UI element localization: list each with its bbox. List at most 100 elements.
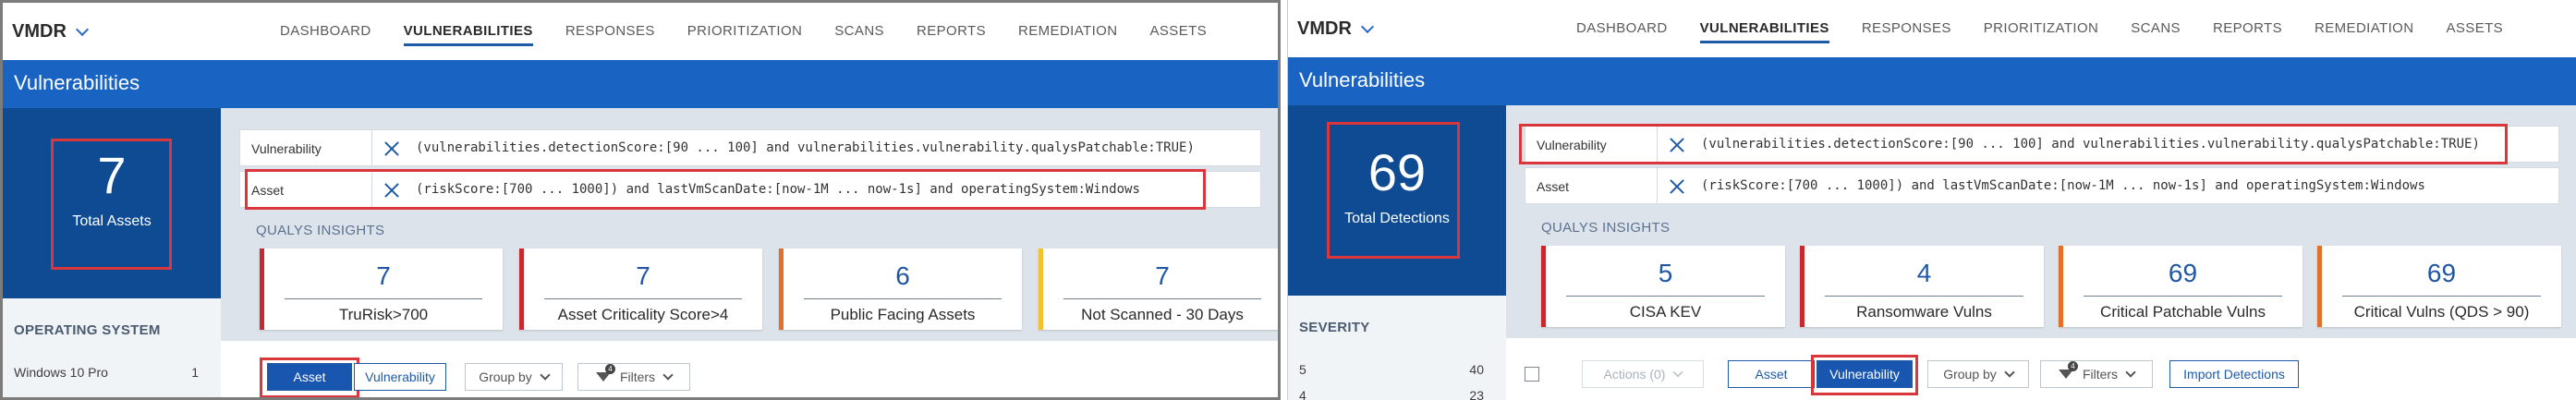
sidebar-row-count: 40	[1469, 362, 1484, 377]
page-title: Vulnerabilities	[14, 71, 140, 94]
card-label: Asset Criticality Score>4	[557, 306, 729, 323]
chevron-down-icon	[662, 369, 674, 381]
app-switcher[interactable]: VMDR	[12, 21, 89, 42]
top-navigation-bar: VMDR DASHBOARD VULNERABILITIES RESPONSES…	[1288, 0, 2576, 57]
nav-vulnerabilities[interactable]: VULNERABILITIES	[403, 3, 534, 60]
card-value: 7	[636, 261, 650, 290]
card-label: Public Facing Assets	[830, 306, 976, 323]
nav-scans[interactable]: SCANS	[2131, 0, 2181, 57]
left-sidebar: 7 Total Assets OPERATING SYSTEM Windows …	[3, 108, 221, 397]
nav-reports[interactable]: REPORTS	[917, 3, 986, 60]
page-title-bar: Vulnerabilities	[3, 60, 1278, 108]
insight-card[interactable]: 7 Asset Criticality Score>4	[519, 248, 762, 330]
card-label: CISA KEV	[1629, 303, 1702, 321]
card-value: 7	[376, 261, 391, 290]
highlight-frame	[260, 358, 359, 397]
group-by-dropdown[interactable]: Group by	[465, 363, 563, 391]
insight-card[interactable]: 69 Critical Vulns (QDS > 90)	[2317, 246, 2561, 327]
filters-label: Filters	[619, 370, 656, 384]
app-switcher[interactable]: VMDR	[1297, 18, 1374, 40]
card-label: TruRisk>700	[338, 306, 429, 323]
app-name: VMDR	[1297, 18, 1352, 39]
insight-card[interactable]: 69 Critical Patchable Vulns	[2059, 246, 2303, 327]
asset-query-row: Asset (riskScore:[700 ... 1000]) and las…	[1525, 167, 2559, 204]
chevron-down-icon	[1360, 19, 1374, 34]
sidebar-row[interactable]: Windows 10 Pro 1	[14, 365, 199, 380]
main-nav: DASHBOARD VULNERABILITIES RESPONSES PRIO…	[1576, 0, 2503, 57]
stat-label: Total Detections	[1344, 211, 1450, 226]
sidebar-row[interactable]: 5 40	[1299, 362, 1484, 377]
chevron-down-icon	[2004, 366, 2015, 378]
page-title: Vulnerabilities	[1299, 68, 1426, 91]
filters-dropdown[interactable]: 4 Filters	[2040, 360, 2153, 388]
asset-tab-button[interactable]: Asset	[1728, 360, 1815, 388]
nav-reports[interactable]: REPORTS	[2213, 0, 2282, 57]
card-value: 69	[2168, 259, 2198, 287]
insight-card[interactable]: 5 CISA KEV	[1541, 246, 1785, 327]
sidebar-row[interactable]: 4 23	[1299, 388, 1484, 400]
insights-heading: QUALYS INSIGHTS	[256, 223, 385, 238]
sidebar-row-count: 23	[1469, 388, 1484, 400]
filter-count-badge: 4	[2067, 361, 2078, 371]
insight-card[interactable]: 7 Not Scanned - 30 Days	[1039, 248, 1278, 330]
card-divider	[1825, 296, 2023, 297]
query-label: Asset	[1537, 179, 1570, 194]
main-content: Vulnerability (vulnerabilities.detection…	[1506, 105, 2576, 400]
group-by-dropdown[interactable]: Group by	[1927, 360, 2029, 388]
filters-dropdown[interactable]: 4 Filters	[577, 363, 690, 391]
card-divider	[1063, 298, 1261, 299]
stat-label: Total Assets	[72, 213, 152, 229]
close-icon[interactable]	[383, 139, 401, 158]
card-divider	[544, 298, 742, 299]
card-value: 6	[895, 261, 910, 290]
filter-icon: 4	[2058, 361, 2078, 379]
stat-value: 7	[97, 146, 127, 204]
nav-assets[interactable]: ASSETS	[1149, 3, 1207, 60]
nav-prioritization[interactable]: PRIORITIZATION	[1984, 0, 2099, 57]
main-nav: DASHBOARD VULNERABILITIES RESPONSES PRIO…	[280, 3, 1207, 60]
nav-assets[interactable]: ASSETS	[2446, 0, 2503, 57]
insight-card[interactable]: 6 Public Facing Assets	[779, 248, 1022, 330]
nav-vulnerabilities[interactable]: VULNERABILITIES	[1699, 0, 1830, 57]
close-icon[interactable]	[1668, 177, 1686, 196]
highlight-frame	[1519, 124, 2508, 164]
actions-dropdown[interactable]: Actions (0)	[1582, 360, 1704, 388]
query-text[interactable]: (vulnerabilities.detectionScore:[90 ... …	[416, 140, 1195, 155]
nav-dashboard[interactable]: DASHBOARD	[1576, 0, 1668, 57]
import-detections-button[interactable]: Import Detections	[2169, 360, 2299, 388]
nav-responses[interactable]: RESPONSES	[1862, 0, 1951, 57]
actions-label: Actions (0)	[1603, 367, 1666, 382]
filters-label: Filters	[2082, 367, 2119, 382]
highlight-frame	[1811, 355, 1918, 395]
sidebar-row-name: 5	[1299, 362, 1306, 377]
card-value: 4	[1916, 259, 1932, 287]
results-toolbar: Asset Vulnerability Group by 4 Filters	[221, 341, 1278, 397]
vulnerability-tab-button[interactable]: Vulnerability	[354, 363, 446, 391]
right-screen-panel: VMDR DASHBOARD VULNERABILITIES RESPONSES…	[1287, 0, 2576, 400]
stat-value: 69	[1367, 143, 1427, 201]
card-label: Ransomware Vulns	[1856, 303, 1992, 321]
nav-prioritization[interactable]: PRIORITIZATION	[687, 3, 803, 60]
insight-card[interactable]: 7 TruRisk>700	[260, 248, 503, 330]
sidebar-row-name: 4	[1299, 388, 1306, 400]
sidebar-heading: OPERATING SYSTEM	[14, 322, 161, 338]
nav-remediation[interactable]: REMEDIATION	[1018, 3, 1117, 60]
query-divider	[1657, 168, 1658, 203]
nav-remediation[interactable]: REMEDIATION	[2315, 0, 2413, 57]
card-divider	[285, 298, 482, 299]
main-content: Vulnerability (vulnerabilities.detection…	[221, 108, 1278, 397]
filter-icon: 4	[595, 364, 615, 382]
card-value: 7	[1155, 261, 1170, 290]
chevron-down-icon	[1672, 366, 1684, 378]
nav-dashboard[interactable]: DASHBOARD	[280, 3, 371, 60]
query-text[interactable]: (riskScore:[700 ... 1000]) and lastVmSca…	[1701, 178, 2425, 193]
group-by-label: Group by	[1943, 367, 1997, 382]
nav-scans[interactable]: SCANS	[834, 3, 884, 60]
chevron-down-icon	[540, 369, 551, 381]
nav-responses[interactable]: RESPONSES	[565, 3, 655, 60]
chevron-down-icon	[75, 22, 89, 37]
sidebar-heading: SEVERITY	[1299, 320, 1370, 335]
select-all-checkbox[interactable]	[1525, 367, 1539, 382]
insight-card[interactable]: 4 Ransomware Vulns	[1800, 246, 2044, 327]
group-by-label: Group by	[479, 370, 532, 384]
